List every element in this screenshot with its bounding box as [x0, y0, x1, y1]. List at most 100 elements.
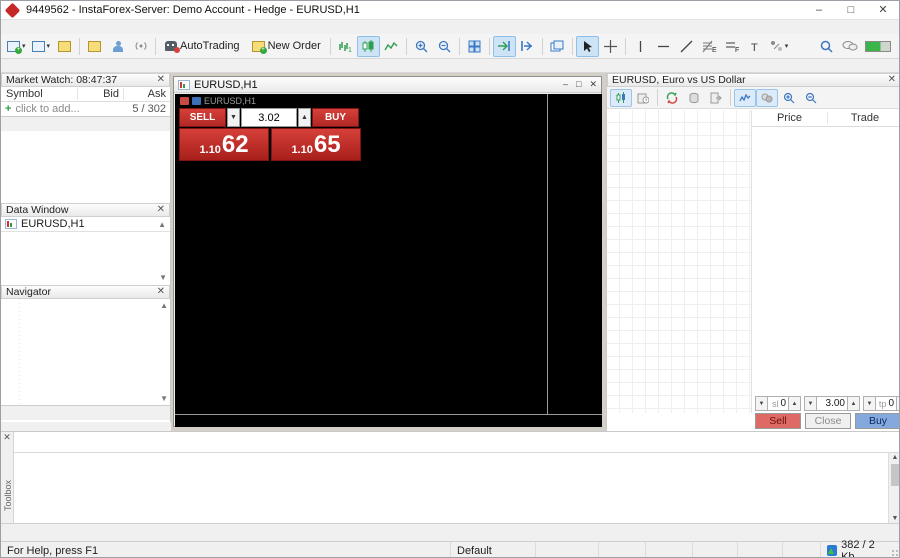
- stop-loss-stepper[interactable]: ▼ sl0 ▲: [755, 396, 801, 411]
- dom-zoom-in-button[interactable]: [778, 89, 800, 107]
- dom-refresh-button[interactable]: [661, 89, 683, 107]
- volume-input[interactable]: 3.02: [241, 108, 297, 127]
- scroll-up-icon[interactable]: ▲: [158, 220, 166, 229]
- vertical-line-button[interactable]: [629, 36, 652, 57]
- dom-tick-chart-button[interactable]: [734, 89, 756, 107]
- dom-grouping-button[interactable]: [756, 89, 778, 107]
- chat-button[interactable]: [838, 36, 861, 57]
- data-window-button[interactable]: [106, 36, 129, 57]
- market-watch-add-row[interactable]: + click to add... 5 / 302: [1, 102, 170, 116]
- svg-text:F: F: [735, 47, 739, 53]
- sl-decrease-button[interactable]: ▼: [755, 396, 768, 411]
- application-window: 9449562 - InstaForex-Server: Demo Accoun…: [0, 0, 900, 558]
- cursor-button[interactable]: [576, 36, 599, 57]
- market-watch-close-icon[interactable]: ✕: [157, 75, 165, 85]
- cylinder-icon: [688, 92, 700, 104]
- one-click-buy-button[interactable]: BUY: [312, 108, 359, 127]
- signals-scroll-thumb[interactable]: [891, 464, 900, 486]
- one-click-sell-button[interactable]: SELL: [179, 108, 226, 127]
- chart-restore-button[interactable]: □: [576, 79, 581, 90]
- new-order-button[interactable]: +New Order: [246, 36, 327, 57]
- zoom-out-button[interactable]: [433, 36, 456, 57]
- chart-close-button[interactable]: ✕: [589, 79, 597, 90]
- horizontal-line-button[interactable]: [652, 36, 675, 57]
- auto-scroll-button[interactable]: [493, 36, 516, 57]
- resize-grip[interactable]: [891, 549, 899, 557]
- chart-symbol-overlay: EURUSD,H1: [180, 96, 256, 106]
- sell-price-panel[interactable]: 1.10 62: [179, 128, 269, 161]
- time-axis[interactable]: [175, 414, 602, 427]
- circles-icon: [761, 92, 773, 104]
- status-profile[interactable]: Default: [451, 542, 536, 558]
- dom-history-button[interactable]: [632, 89, 654, 107]
- search-button[interactable]: [815, 36, 838, 57]
- buy-price-panel[interactable]: 1.10 65: [271, 128, 361, 161]
- column-symbol[interactable]: Symbol: [1, 88, 78, 100]
- dom-buy-button[interactable]: Buy: [855, 413, 900, 429]
- dom-zoom-out-button[interactable]: [800, 89, 822, 107]
- price-axis[interactable]: [547, 94, 602, 414]
- close-button[interactable]: ✕: [867, 1, 899, 19]
- candle-chart-mode-button[interactable]: [357, 36, 380, 57]
- tree-scroll-up-icon[interactable]: ▲: [160, 301, 168, 310]
- dom-toolbar: [607, 87, 900, 109]
- new-window-button[interactable]: [546, 36, 569, 57]
- dom-export-button[interactable]: [705, 89, 727, 107]
- data-window-close-icon[interactable]: ✕: [157, 205, 165, 215]
- chart-shift-button[interactable]: [516, 36, 539, 57]
- dom-candle-view-button[interactable]: [610, 89, 632, 107]
- autotrading-button[interactable]: AutoTrading: [159, 36, 246, 57]
- bar-chart-icon: 1: [338, 40, 352, 53]
- minimize-button[interactable]: –: [803, 1, 835, 19]
- dom-close-icon[interactable]: ✕: [888, 75, 896, 85]
- tile-windows-button[interactable]: [463, 36, 486, 57]
- profiles-button[interactable]: ▾: [29, 36, 54, 57]
- tp-increase-button[interactable]: ▲: [896, 396, 900, 411]
- channels-icon: F: [725, 40, 740, 53]
- dom-close-button[interactable]: Close: [805, 413, 851, 429]
- arrows-button[interactable]: ▾: [767, 36, 792, 57]
- templates-button[interactable]: [53, 36, 76, 57]
- navigator-close-icon[interactable]: ✕: [157, 287, 165, 297]
- signals-scrollbar[interactable]: ▲ ▼: [888, 453, 900, 524]
- dom-zoom-in-icon: [783, 92, 795, 104]
- scroll-down-icon[interactable]: ▼: [159, 273, 167, 282]
- sl-increase-button[interactable]: ▲: [788, 396, 801, 411]
- dom-volume-decrease-button[interactable]: ▼: [804, 396, 817, 411]
- tree-scroll-down-icon[interactable]: ▼: [160, 394, 168, 403]
- tp-decrease-button[interactable]: ▼: [863, 396, 876, 411]
- timeframe-bar: [1, 59, 899, 73]
- line-chart-mode-button[interactable]: [380, 36, 403, 57]
- text-button[interactable]: T: [744, 36, 767, 57]
- dom-volume-increase-button[interactable]: ▲: [847, 396, 860, 411]
- signals-scroll-up-icon[interactable]: ▲: [889, 453, 900, 463]
- bar-chart-mode-button[interactable]: 1: [334, 36, 357, 57]
- chart-minimize-button[interactable]: –: [563, 79, 568, 90]
- channels-button[interactable]: F: [721, 36, 744, 57]
- volume-increase-button[interactable]: ▲: [298, 108, 311, 127]
- book-clock-icon: [637, 92, 649, 104]
- trendline-button[interactable]: [675, 36, 698, 57]
- take-profit-stepper[interactable]: ▼ tp0 ▲: [863, 396, 900, 411]
- dom-sell-button[interactable]: Sell: [755, 413, 801, 429]
- market-watch-button[interactable]: [83, 36, 106, 57]
- chart-window-titlebar[interactable]: EURUSD,H1 – □ ✕: [174, 77, 601, 93]
- market-watch-column-headers: Symbol Bid Ask: [1, 87, 170, 102]
- column-bid[interactable]: Bid: [78, 88, 124, 100]
- fibonacci-button[interactable]: E: [698, 36, 721, 57]
- column-ask[interactable]: Ask: [124, 88, 170, 100]
- crosshair-button[interactable]: [599, 36, 622, 57]
- volume-decrease-button[interactable]: ▼: [227, 108, 240, 127]
- toolbox-close-icon[interactable]: ✕: [1, 432, 13, 443]
- chart-canvas[interactable]: EURUSD,H1 SELL ▼ 3.02 ▲ BUY 1.10 62: [175, 94, 602, 427]
- dom-depth-button[interactable]: [683, 89, 705, 107]
- volume-stepper[interactable]: ▼ 3.00 ▲: [804, 396, 860, 411]
- add-symbol-icon: +: [5, 103, 11, 115]
- maximize-button[interactable]: □: [835, 1, 867, 19]
- signals-broadcast-button[interactable]: [129, 36, 152, 57]
- svg-text:E: E: [712, 47, 717, 53]
- mini-chart-icon: [5, 219, 17, 229]
- new-chart-button[interactable]: +▾: [4, 36, 29, 57]
- zoom-in-button[interactable]: [410, 36, 433, 57]
- dom-header: EURUSD, Euro vs US Dollar ✕: [607, 73, 900, 87]
